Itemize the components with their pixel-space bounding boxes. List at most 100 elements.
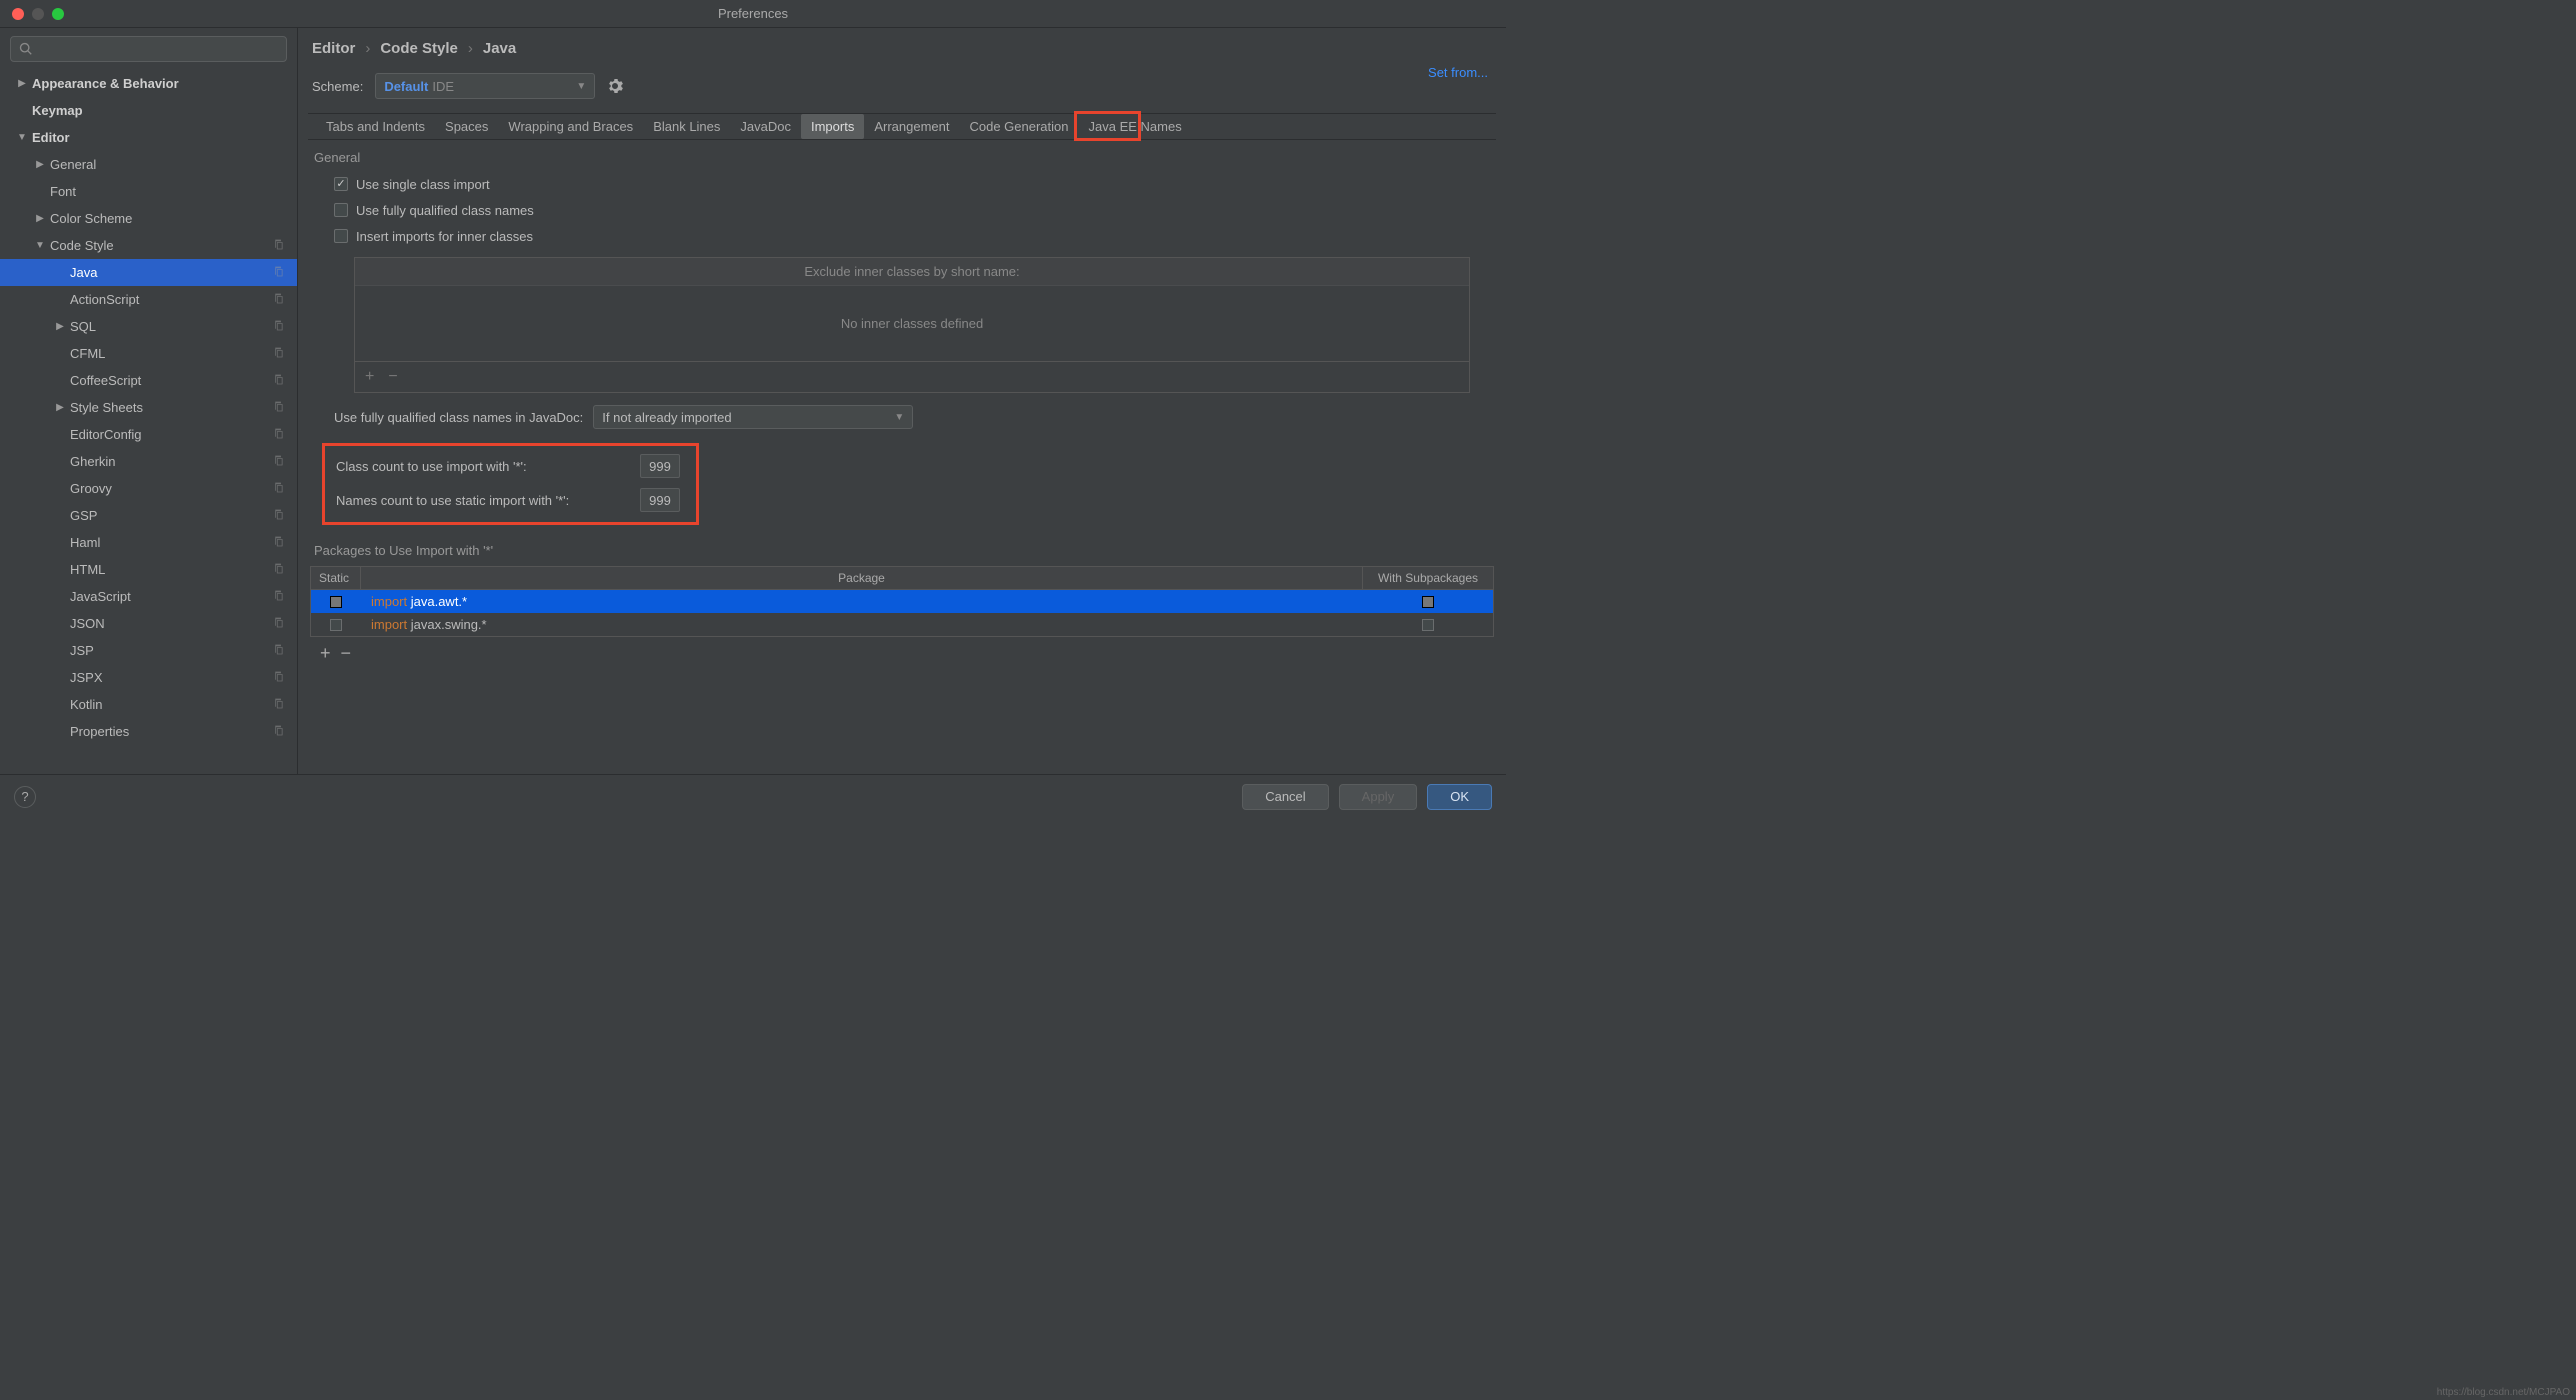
tab-arrangement[interactable]: Arrangement <box>864 114 959 139</box>
tab-java-ee-names[interactable]: Java EE Names <box>1079 114 1192 139</box>
copy-icon <box>272 481 285 497</box>
exclude-inner-empty: No inner classes defined <box>355 286 1469 361</box>
sidebar-item-coffeescript[interactable]: CoffeeScript <box>0 367 297 394</box>
names-count-input[interactable] <box>640 488 680 512</box>
column-package[interactable]: Package <box>361 567 1363 589</box>
chevron-down-icon: ▼ <box>894 412 904 423</box>
sidebar-item-actionscript[interactable]: ActionScript <box>0 286 297 313</box>
sidebar-item-style-sheets[interactable]: ▶ Style Sheets <box>0 394 297 421</box>
sidebar-item-kotlin[interactable]: Kotlin <box>0 691 297 718</box>
subpackages-checkbox[interactable] <box>1422 619 1434 631</box>
tab-blank-lines[interactable]: Blank Lines <box>643 114 730 139</box>
expand-arrow-icon: ▼ <box>34 240 46 251</box>
tab-imports[interactable]: Imports <box>801 114 864 139</box>
sidebar-item-label: JSON <box>70 616 105 631</box>
sidebar-item-gherkin[interactable]: Gherkin <box>0 448 297 475</box>
breadcrumb: Editor › Code Style › Java <box>298 28 1506 65</box>
sidebar-item-javascript[interactable]: JavaScript <box>0 583 297 610</box>
window-title: Preferences <box>718 6 788 21</box>
column-static[interactable]: Static <box>311 567 361 589</box>
exclude-inner-panel: Exclude inner classes by short name: No … <box>354 257 1470 393</box>
scheme-label: Scheme: <box>312 79 363 94</box>
expand-arrow-icon: ▶ <box>54 402 66 413</box>
minimize-window-button[interactable] <box>32 8 44 20</box>
copy-icon <box>272 454 285 470</box>
sidebar-item-cfml[interactable]: CFML <box>0 340 297 367</box>
general-section-title: General <box>310 140 1494 171</box>
copy-icon <box>272 238 285 254</box>
gear-icon[interactable] <box>607 78 623 94</box>
sidebar-item-java[interactable]: Java <box>0 259 297 286</box>
sidebar-item-general[interactable]: ▶General <box>0 151 297 178</box>
tab-javadoc[interactable]: JavaDoc <box>730 114 801 139</box>
maximize-window-button[interactable] <box>52 8 64 20</box>
subpackages-checkbox[interactable] <box>1422 596 1434 608</box>
search-icon <box>19 42 33 56</box>
sidebar-tree: ▶Appearance & BehaviorKeymap▼Editor▶Gene… <box>0 70 297 774</box>
scheme-select[interactable]: Default IDE ▼ <box>375 73 595 99</box>
copy-icon <box>272 643 285 659</box>
table-row[interactable]: import javax.swing.* <box>311 613 1493 636</box>
sidebar-item-label: Style Sheets <box>70 400 143 415</box>
copy-icon <box>272 616 285 632</box>
sidebar-item-groovy[interactable]: Groovy <box>0 475 297 502</box>
sidebar-item-label: Appearance & Behavior <box>32 76 179 91</box>
package-cell: import javax.swing.* <box>361 617 1363 632</box>
sidebar-item-label: Kotlin <box>70 697 103 712</box>
chevron-down-icon: ▼ <box>576 81 586 92</box>
static-checkbox[interactable] <box>330 596 342 608</box>
sidebar-item-color-scheme[interactable]: ▶Color Scheme <box>0 205 297 232</box>
copy-icon <box>272 697 285 713</box>
scheme-value: Default <box>384 79 428 94</box>
insert-inner-label: Insert imports for inner classes <box>356 229 533 244</box>
close-window-button[interactable] <box>12 8 24 20</box>
ok-button[interactable]: OK <box>1427 784 1492 810</box>
cancel-button[interactable]: Cancel <box>1242 784 1328 810</box>
set-from-link[interactable]: Set from... <box>1428 65 1488 80</box>
javadoc-fqcn-select[interactable]: If not already imported ▼ <box>593 405 913 429</box>
sidebar-item-label: JSP <box>70 643 94 658</box>
sidebar-item-editor[interactable]: ▼Editor <box>0 124 297 151</box>
sidebar-item-sql[interactable]: ▶SQL <box>0 313 297 340</box>
sidebar-item-properties[interactable]: Properties <box>0 718 297 745</box>
sidebar-item-jspx[interactable]: JSPX <box>0 664 297 691</box>
sidebar-item-gsp[interactable]: GSP <box>0 502 297 529</box>
add-button[interactable]: + <box>365 368 374 386</box>
sidebar-item-keymap[interactable]: Keymap <box>0 97 297 124</box>
static-checkbox[interactable] <box>330 619 342 631</box>
sidebar-item-label: Properties <box>70 724 129 739</box>
sidebar-item-html[interactable]: HTML <box>0 556 297 583</box>
sidebar-item-font[interactable]: Font <box>0 178 297 205</box>
add-package-button[interactable]: + <box>320 643 331 664</box>
sidebar-item-json[interactable]: JSON <box>0 610 297 637</box>
table-row[interactable]: import java.awt.* <box>311 590 1493 613</box>
search-input[interactable] <box>10 36 287 62</box>
breadcrumb-codestyle[interactable]: Code Style <box>380 40 458 57</box>
breadcrumb-editor[interactable]: Editor <box>312 40 355 57</box>
breadcrumb-sep: › <box>468 40 473 57</box>
class-count-input[interactable] <box>640 454 680 478</box>
use-fqcn-label: Use fully qualified class names <box>356 203 534 218</box>
tab-spaces[interactable]: Spaces <box>435 114 498 139</box>
remove-button[interactable]: − <box>388 368 397 386</box>
tab-tabs-and-indents[interactable]: Tabs and Indents <box>316 114 435 139</box>
apply-button[interactable]: Apply <box>1339 784 1418 810</box>
breadcrumb-sep: › <box>365 40 370 57</box>
tab-code-generation[interactable]: Code Generation <box>959 114 1078 139</box>
remove-package-button[interactable]: − <box>341 643 352 664</box>
sidebar-item-appearance-behavior[interactable]: ▶Appearance & Behavior <box>0 70 297 97</box>
tab-wrapping-and-braces[interactable]: Wrapping and Braces <box>498 114 643 139</box>
column-subpackages[interactable]: With Subpackages <box>1363 567 1493 589</box>
help-button[interactable]: ? <box>14 786 36 808</box>
scheme-suffix: IDE <box>432 79 454 94</box>
insert-inner-checkbox[interactable] <box>334 229 348 243</box>
use-fqcn-checkbox[interactable] <box>334 203 348 217</box>
exclude-inner-title: Exclude inner classes by short name: <box>355 258 1469 286</box>
sidebar-item-jsp[interactable]: JSP <box>0 637 297 664</box>
sidebar-item-editorconfig[interactable]: EditorConfig <box>0 421 297 448</box>
copy-icon <box>272 535 285 551</box>
sidebar-item-code-style[interactable]: ▼Code Style <box>0 232 297 259</box>
sidebar-item-haml[interactable]: Haml <box>0 529 297 556</box>
use-single-class-import-checkbox[interactable] <box>334 177 348 191</box>
use-single-class-import-label: Use single class import <box>356 177 490 192</box>
